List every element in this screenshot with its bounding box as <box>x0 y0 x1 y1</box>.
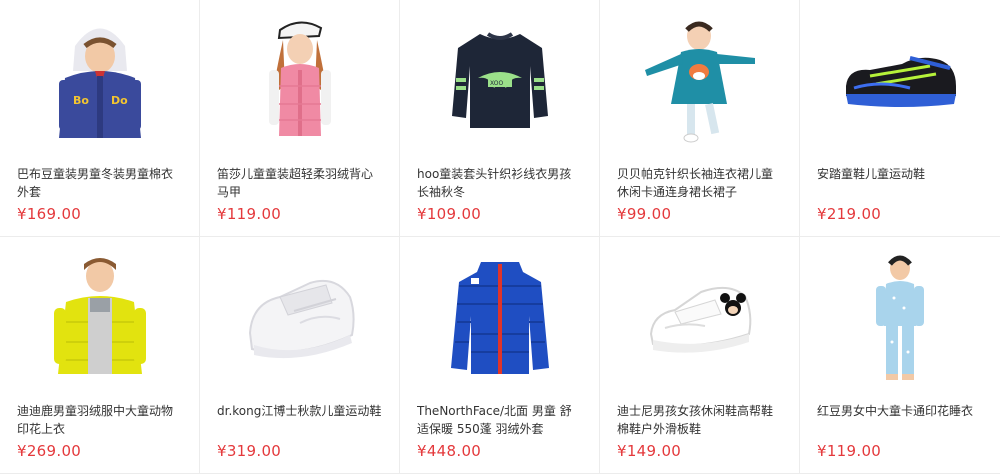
product-card[interactable]: 笛莎儿童童装超轻柔羽绒背心马甲 ¥119.00 <box>200 0 400 237</box>
product-card[interactable]: 安踏童鞋儿童运动鞋 ¥219.00 <box>800 0 1000 237</box>
product-price: ¥219.00 <box>817 205 882 223</box>
product-price: ¥269.00 <box>17 442 82 460</box>
product-price: ¥149.00 <box>617 442 682 460</box>
product-price: ¥119.00 <box>817 442 882 460</box>
boy-yellow-down-jacket-photo <box>53 258 146 374</box>
white-sneaker-photo <box>248 279 355 359</box>
blue-sneaker-photo <box>846 56 956 107</box>
kid-blue-pajamas-photo <box>876 255 924 380</box>
product-grid: Bo Do 巴布豆童装男童冬装男童棉衣外套 ¥169.00 笛莎儿童童装超轻柔羽… <box>0 0 1000 474</box>
product-image[interactable]: Bo Do <box>0 12 199 150</box>
navy-sweater-photo: XOO <box>451 32 548 128</box>
product-image[interactable] <box>200 12 399 150</box>
product-price: ¥109.00 <box>417 205 482 223</box>
product-card[interactable]: Bo Do 巴布豆童装男童冬装男童棉衣外套 ¥169.00 <box>0 0 200 237</box>
product-card[interactable]: 迪迪鹿男童羽绒服中大童动物印花上衣 ¥269.00 <box>0 237 200 474</box>
product-card[interactable]: TheNorthFace/北面 男童 舒适保暖 550蓬 羽绒外套 ¥448.0… <box>400 237 600 474</box>
girl-pink-vest-photo <box>268 21 331 136</box>
product-image[interactable]: XOO <box>400 12 599 150</box>
product-title[interactable]: 安踏童鞋儿童运动鞋 <box>817 165 984 201</box>
product-image[interactable] <box>800 12 1000 150</box>
product-title[interactable]: 巴布豆童装男童冬装男童棉衣外套 <box>17 165 183 201</box>
product-title[interactable]: hoo童装套头针织衫线衣男孩长袖秋冬 <box>417 165 583 201</box>
product-image[interactable] <box>600 12 799 150</box>
product-card[interactable]: 贝贝帕克针织长袖连衣裙儿童休闲卡通连身裙长裙子 ¥99.00 <box>600 0 800 237</box>
product-price: ¥169.00 <box>17 205 82 223</box>
product-title[interactable]: TheNorthFace/北面 男童 舒适保暖 550蓬 羽绒外套 <box>417 402 583 438</box>
product-image[interactable] <box>200 249 399 387</box>
product-card[interactable]: 红豆男女中大童卡通印花睡衣 ¥119.00 <box>800 237 1000 474</box>
product-title[interactable]: dr.kong江博士秋款儿童运动鞋 <box>217 402 383 438</box>
product-image[interactable] <box>800 249 1000 387</box>
product-price: ¥99.00 <box>617 205 672 223</box>
svg-text:XOO: XOO <box>490 80 503 87</box>
product-card[interactable]: 迪士尼男孩女孩休闲鞋高帮鞋棉鞋户外滑板鞋 ¥149.00 <box>600 237 800 474</box>
svg-text:Do: Do <box>111 94 128 107</box>
product-title[interactable]: 贝贝帕克针织长袖连衣裙儿童休闲卡通连身裙长裙子 <box>617 165 783 201</box>
product-card[interactable]: dr.kong江博士秋款儿童运动鞋 ¥319.00 <box>200 237 400 474</box>
product-image[interactable] <box>600 249 799 387</box>
product-title[interactable]: 红豆男女中大童卡通印花睡衣 <box>817 402 984 438</box>
girl-teal-dress-photo <box>644 21 755 143</box>
white-mickey-shoe-photo <box>649 286 751 353</box>
blue-puffer-jacket-photo <box>450 261 549 374</box>
svg-text:Bo: Bo <box>73 94 89 107</box>
boy-hooded-jacket-photo: Bo Do <box>58 28 141 138</box>
product-image[interactable] <box>400 249 599 387</box>
product-title[interactable]: 迪士尼男孩女孩休闲鞋高帮鞋棉鞋户外滑板鞋 <box>617 402 783 438</box>
product-image[interactable] <box>0 249 199 387</box>
product-price: ¥448.00 <box>417 442 482 460</box>
product-price: ¥319.00 <box>217 442 282 460</box>
product-price: ¥119.00 <box>217 205 282 223</box>
product-card[interactable]: XOO hoo童装套头针织衫线衣男孩长袖秋冬 ¥109.00 <box>400 0 600 237</box>
product-title[interactable]: 笛莎儿童童装超轻柔羽绒背心马甲 <box>217 165 383 201</box>
product-title[interactable]: 迪迪鹿男童羽绒服中大童动物印花上衣 <box>17 402 183 438</box>
